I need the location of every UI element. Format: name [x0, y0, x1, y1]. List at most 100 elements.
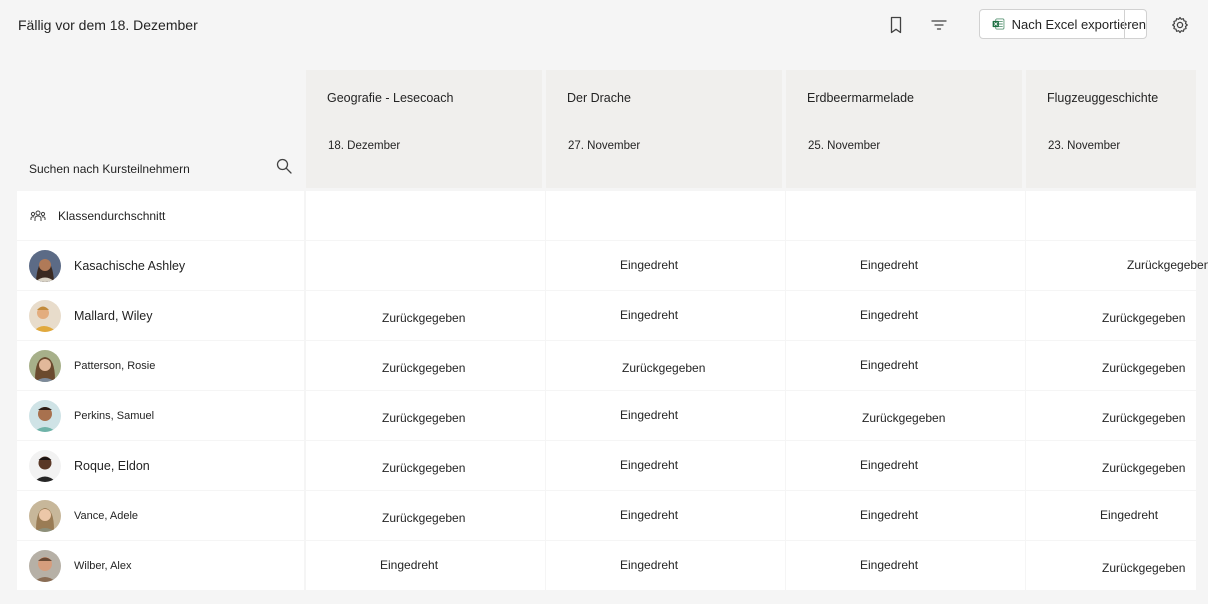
student-name: Patterson, Rosie: [74, 359, 156, 372]
bookmark-button[interactable]: [883, 12, 909, 38]
status-text: Zurückgegeben: [382, 311, 466, 325]
average-cell[interactable]: [1026, 191, 1196, 240]
assignment-header[interactable]: Erdbeermarmelade 25. November: [786, 70, 1022, 188]
status-text: Eingedreht: [860, 258, 919, 272]
status-text: Zurückgegeben: [1102, 411, 1186, 425]
filter-button[interactable]: [926, 12, 952, 38]
avatar: [29, 399, 61, 432]
status-cell[interactable]: Zurückgegeben: [786, 391, 1025, 440]
status-cell[interactable]: Eingedreht: [306, 541, 545, 590]
class-average-label: Klassendurchschnitt: [58, 208, 166, 223]
status-text: Eingedreht: [860, 308, 919, 322]
avatar: [29, 549, 61, 582]
student-name: Vance, Adele: [74, 509, 139, 522]
status-cell[interactable]: Zurückgegeben: [306, 391, 545, 440]
gear-icon: [1172, 16, 1188, 34]
status-cell[interactable]: Zurückgegeben: [1026, 441, 1196, 490]
student-row[interactable]: Roque, Eldon: [17, 441, 304, 490]
status-text: Eingedreht: [860, 508, 919, 522]
class-average-row[interactable]: Klassendurchschnitt: [17, 191, 304, 240]
status-text: Eingedreht: [620, 458, 679, 472]
student-search: [17, 150, 304, 190]
assignment-date: 27. November: [568, 140, 641, 152]
status-text: Zurückgegeben: [622, 361, 706, 375]
status-cell[interactable]: Eingedreht: [786, 541, 1025, 590]
status-text: Zurückgegeben: [1127, 258, 1208, 272]
status-cell[interactable]: Eingedreht: [786, 291, 1025, 340]
status-cell[interactable]: Eingedreht: [786, 341, 1025, 390]
status-text: Zurückgegeben: [382, 511, 466, 525]
student-row[interactable]: Mallard, Wiley: [17, 291, 304, 340]
student-name: Roque, Eldon: [74, 458, 150, 473]
status-text: Eingedreht: [620, 408, 679, 422]
assignment-header[interactable]: Geografie - Lesecoach 18. Dezember: [306, 70, 542, 188]
status-text: Zurückgegeben: [382, 361, 466, 375]
status-text: Eingedreht: [620, 508, 679, 522]
status-cell[interactable]: Zurückgegeben: [1026, 241, 1208, 290]
status-cell[interactable]: Zurückgegeben: [306, 291, 545, 340]
status-text: Zurückgegeben: [382, 461, 466, 475]
status-cell[interactable]: Eingedreht: [546, 541, 785, 590]
bookmark-icon: [890, 16, 902, 34]
status-cell[interactable]: Zurückgegeben: [1026, 391, 1196, 440]
status-cell[interactable]: Eingedreht: [786, 491, 1025, 540]
export-excel-button[interactable]: Nach Excel exportieren: [979, 9, 1147, 39]
status-text: Eingedreht: [860, 458, 919, 472]
status-cell[interactable]: Zurückgegeben: [306, 491, 545, 540]
student-row[interactable]: Perkins, Samuel: [17, 391, 304, 440]
status-cell[interactable]: Zurückgegeben: [1026, 291, 1196, 340]
student-row[interactable]: Kasachische Ashley: [17, 241, 304, 290]
status-text: Eingedreht: [380, 558, 439, 572]
status-cell[interactable]: Eingedreht: [546, 391, 785, 440]
student-name: Kasachische Ashley: [74, 258, 186, 273]
status-cell[interactable]: Zurückgegeben: [1026, 541, 1196, 590]
student-name: Mallard, Wiley: [74, 308, 153, 323]
average-cell[interactable]: [306, 191, 545, 240]
status-text: Eingedreht: [620, 558, 679, 572]
average-cell[interactable]: [546, 191, 785, 240]
student-row[interactable]: Wilber, Alex: [17, 541, 304, 590]
status-cell[interactable]: [306, 241, 545, 290]
avatar: [29, 249, 61, 282]
average-cell[interactable]: [786, 191, 1025, 240]
assignment-header[interactable]: Der Drache 27. November: [546, 70, 782, 188]
settings-button[interactable]: [1167, 12, 1193, 38]
status-cell[interactable]: Eingedreht: [1026, 491, 1196, 540]
status-text: Zurückgegeben: [382, 411, 466, 425]
status-cell[interactable]: Eingedreht: [546, 241, 785, 290]
status-cell[interactable]: Zurückgegeben: [546, 341, 785, 390]
status-cell[interactable]: Eingedreht: [786, 441, 1025, 490]
assignment-name: Flugzeuggeschichte: [1047, 91, 1159, 105]
assignment-date: 25. November: [808, 140, 881, 152]
avatar: [29, 299, 61, 332]
avatar: [29, 449, 61, 482]
status-cell[interactable]: Eingedreht: [786, 241, 1025, 290]
avatar: [29, 499, 61, 532]
status-cell[interactable]: Eingedreht: [546, 291, 785, 340]
assignment-name: Geografie - Lesecoach: [327, 91, 454, 105]
student-row[interactable]: Patterson, Rosie: [17, 341, 304, 390]
assignment-name: Erdbeermarmelade: [807, 91, 914, 105]
export-label: Nach Excel exportieren: [1011, 16, 1146, 32]
export-divider: [1124, 10, 1125, 38]
search-icon[interactable]: [275, 157, 293, 175]
assignment-date: 18. Dezember: [328, 140, 401, 152]
status-text: Eingedreht: [620, 308, 679, 322]
avatar: [29, 349, 61, 382]
search-input[interactable]: [29, 162, 259, 176]
status-text: Zurückgegeben: [1102, 311, 1186, 325]
status-cell[interactable]: Eingedreht: [546, 491, 785, 540]
assignment-name: Der Drache: [567, 91, 631, 105]
status-text: Zurückgegeben: [862, 411, 946, 425]
status-text: Zurückgegeben: [1102, 361, 1186, 375]
assignment-header[interactable]: Flugzeuggeschichte 23. November: [1026, 70, 1196, 188]
filter-icon: [931, 20, 947, 30]
status-cell[interactable]: Zurückgegeben: [306, 341, 545, 390]
status-cell[interactable]: Eingedreht: [546, 441, 785, 490]
status-text: Zurückgegeben: [1102, 561, 1186, 575]
status-cell[interactable]: Zurückgegeben: [306, 441, 545, 490]
student-row[interactable]: Vance, Adele: [17, 491, 304, 540]
people-icon: [30, 210, 46, 221]
status-cell[interactable]: Zurückgegeben: [1026, 341, 1196, 390]
status-text: Eingedreht: [860, 558, 919, 572]
